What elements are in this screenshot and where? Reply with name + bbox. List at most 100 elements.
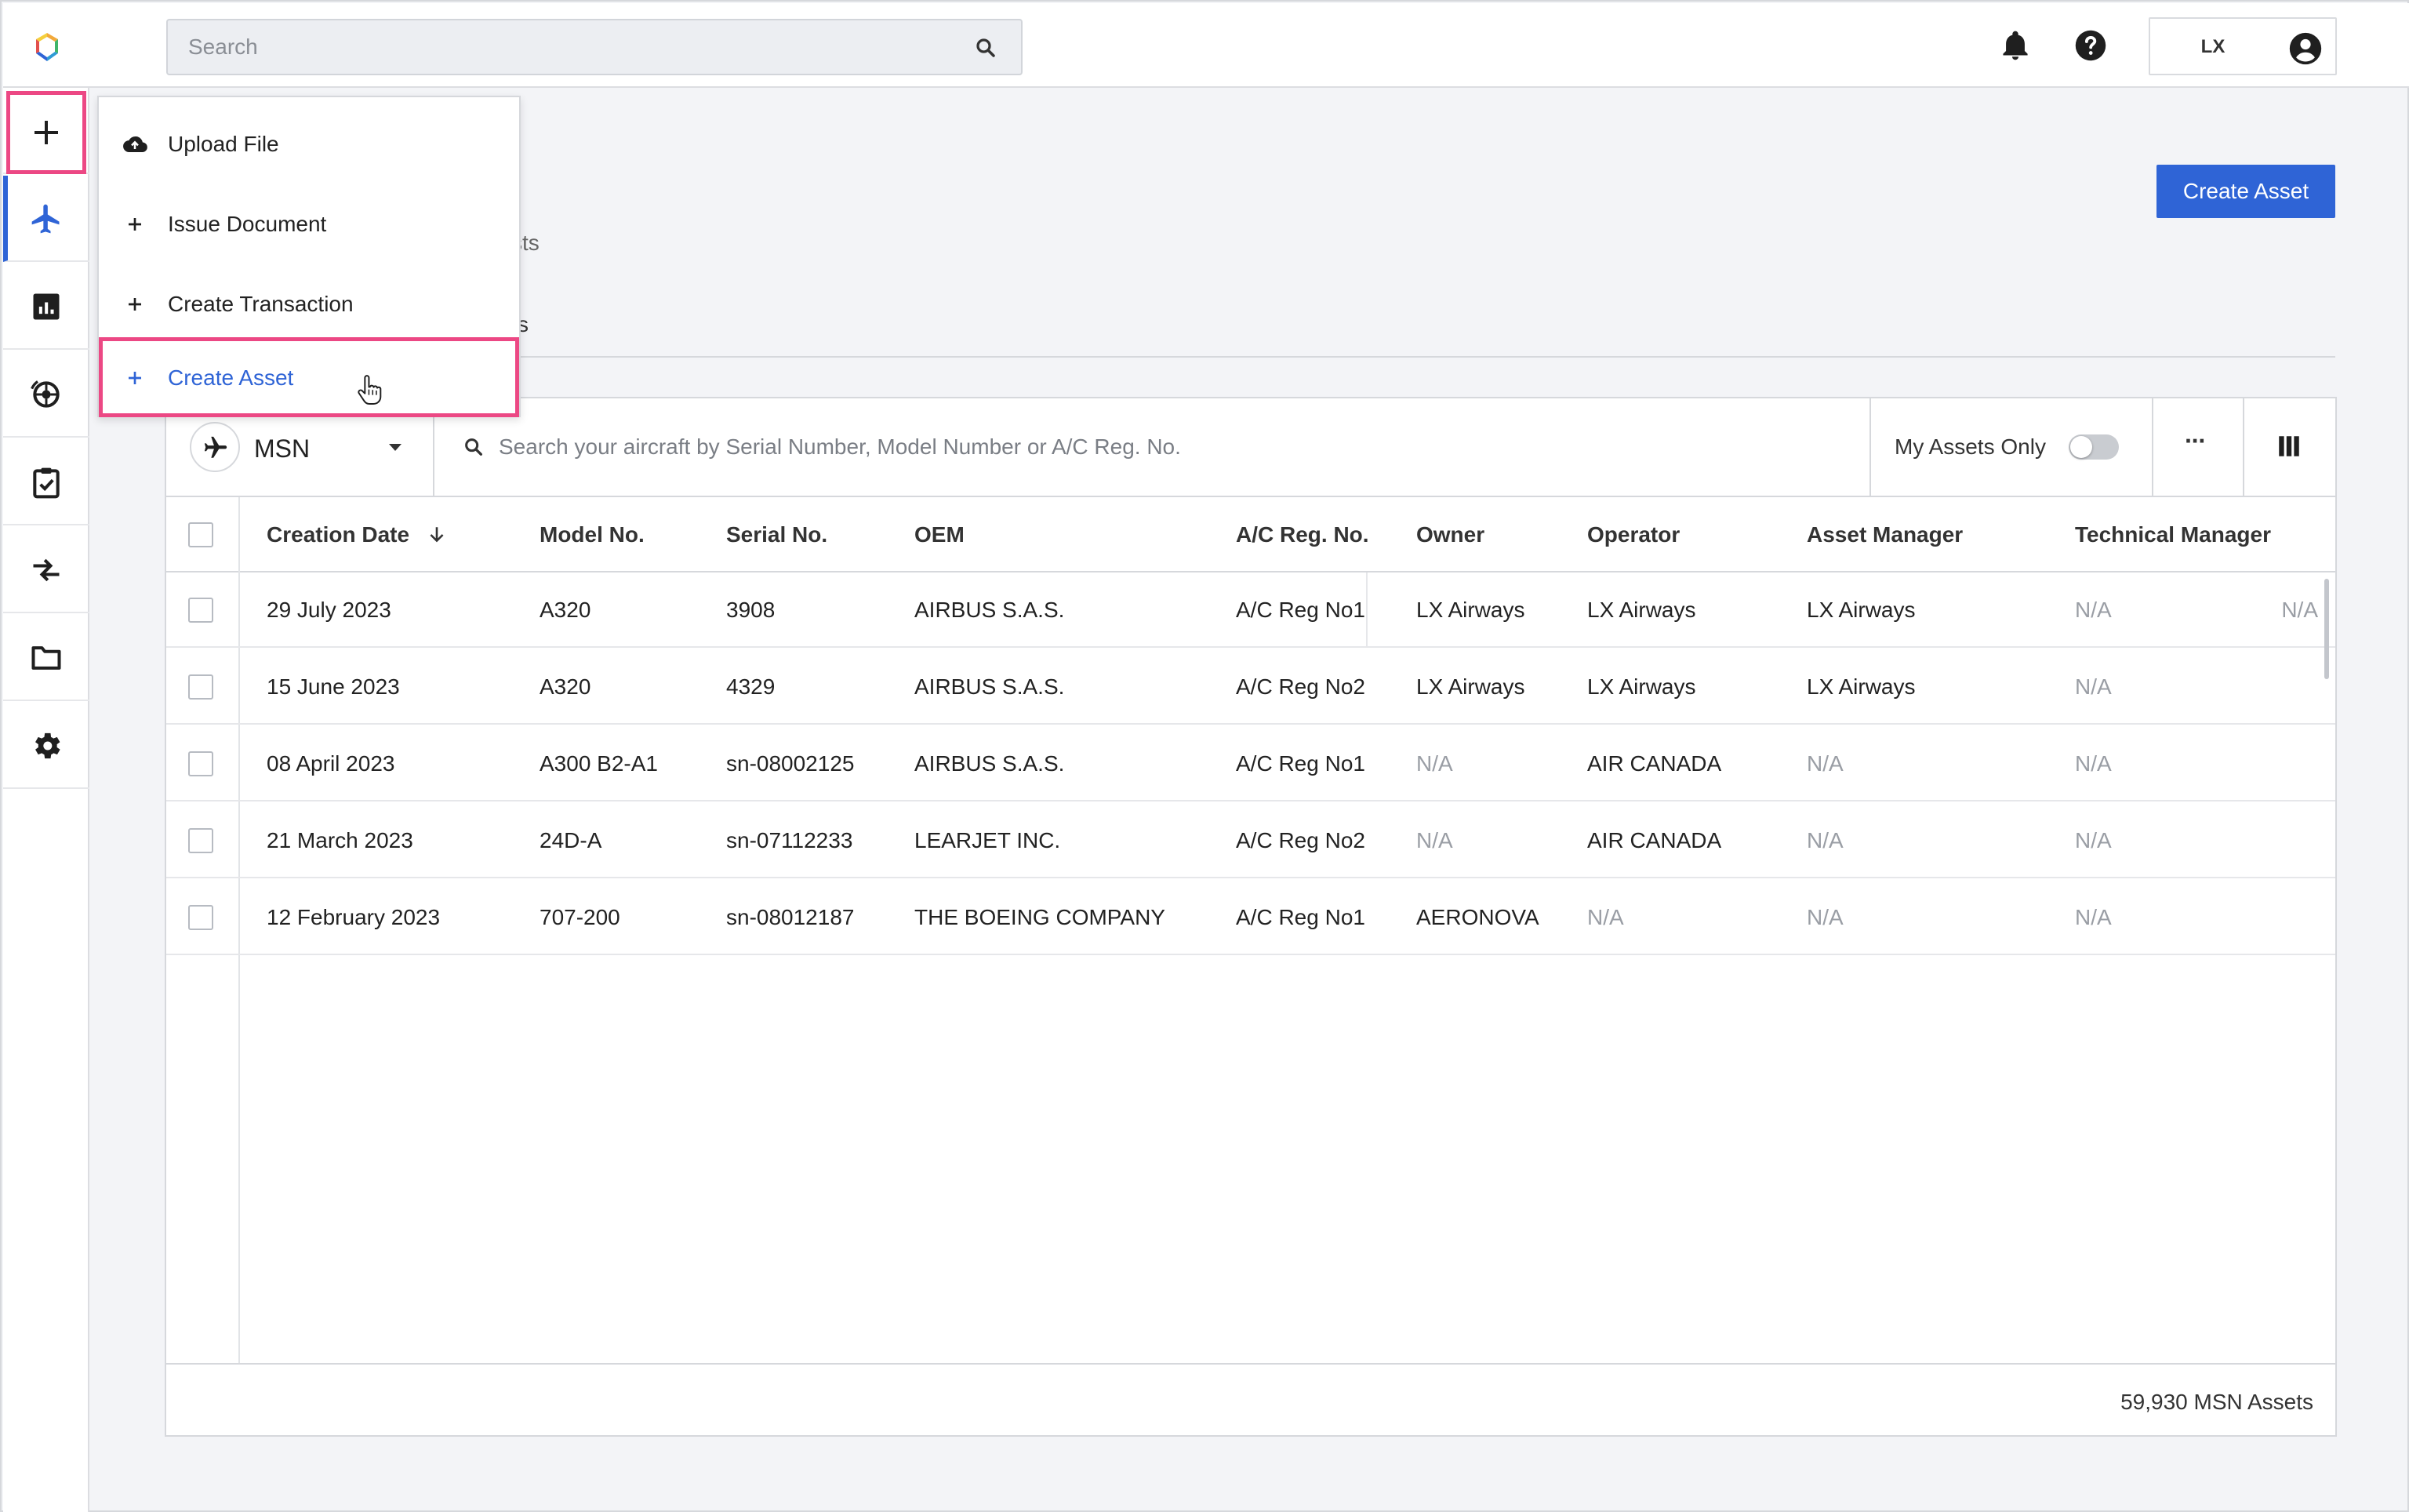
engine-icon [31, 380, 60, 408]
column-header-owner[interactable]: Owner [1416, 522, 1484, 547]
help-icon[interactable] [2073, 28, 2108, 63]
bell-icon[interactable] [1998, 28, 2033, 63]
sidebar-item-settings[interactable] [3, 703, 89, 789]
table-cell: LX Airways [1416, 674, 1525, 699]
table-cell: AIR CANADA [1587, 828, 1722, 852]
table-cell: LX Airways [1807, 674, 1916, 699]
table-cell: N/A [2075, 598, 2112, 622]
table-cell: 4329 [726, 674, 776, 699]
sidebar-item-documents[interactable] [3, 615, 89, 701]
sidebar-item-reports[interactable] [3, 264, 89, 350]
chart-icon [33, 293, 60, 320]
row-checkbox[interactable] [188, 598, 213, 623]
create-menu-button[interactable] [6, 91, 86, 174]
table-cell: N/A [1416, 751, 1453, 776]
settings-icon [35, 732, 60, 759]
column-header-asset-manager[interactable]: Asset Manager [1807, 522, 1963, 547]
table-row[interactable]: 15 June 2023 A320 4329 AIRBUS S.A.S. A/C Reg… [166, 649, 2335, 725]
global-search [166, 19, 1023, 75]
table-row[interactable]: 29 July 2023 A320 3908 AIRBUS S.A.S. A/C Reg… [166, 572, 2335, 648]
more-options-button[interactable]: ··· [2153, 398, 2244, 496]
table-cell: sn-08012187 [726, 905, 855, 929]
column-header-creation-date[interactable]: Creation Date [267, 522, 409, 547]
table-cell: 12 February 2023 [267, 905, 441, 929]
table-cell: LX Airways [1587, 674, 1696, 699]
column-header-model-no[interactable]: Model No. [540, 522, 645, 547]
sidebar [3, 88, 89, 1512]
app-logo[interactable] [31, 31, 63, 63]
sidebar-item-engines[interactable] [3, 351, 89, 438]
my-assets-toggle[interactable] [2069, 434, 2119, 460]
table-row[interactable]: 21 March 2023 24D-A sn-07112233 LEARJET INC… [166, 803, 2335, 878]
asset-type-icon-wrap [190, 422, 240, 472]
sort-descending-icon[interactable] [427, 524, 447, 546]
table-search [434, 398, 1869, 496]
asset-type-value: MSN [254, 434, 311, 463]
more-icon: ··· [2185, 427, 2207, 455]
cloud-upload-icon [123, 136, 147, 153]
user-menu-button[interactable]: LX [2149, 17, 2337, 75]
table-cell: LX Airways [1416, 598, 1525, 622]
column-header-oem[interactable]: OEM [914, 522, 965, 547]
row-checkbox[interactable] [188, 674, 213, 700]
top-bar: LX [3, 3, 2409, 88]
table-cell: A/C Reg No1 [1236, 905, 1365, 929]
row-checkbox[interactable] [188, 828, 213, 853]
table-cell: A300 B2-A1 [540, 751, 658, 776]
table-header: Creation Date Model No. Serial No. OEM A… [166, 497, 2335, 572]
menu-item-issue-document[interactable]: Issue Document [99, 184, 519, 264]
create-asset-button[interactable]: Create Asset [2156, 165, 2335, 218]
table-cell: A/C Reg No2 [1236, 828, 1365, 852]
column-header-ac-reg-no[interactable]: A/C Reg. No. [1236, 522, 1369, 547]
column-header-serial-no[interactable]: Serial No. [726, 522, 827, 547]
airplane-icon [204, 436, 227, 458]
table-cell: AIR CANADA [1587, 751, 1722, 776]
table-cell: A320 [540, 598, 591, 622]
column-header-operator[interactable]: Operator [1587, 522, 1680, 547]
menu-item-upload-file[interactable]: Upload File [99, 104, 519, 184]
table-cell: 29 July 2023 [267, 598, 391, 622]
asset-search-input[interactable] [499, 422, 1832, 472]
menu-item-label: Create Transaction [168, 292, 354, 316]
table-row[interactable]: 08 April 2023 A300 B2-A1 sn-08002125 AIRBUS… [166, 726, 2335, 801]
search-icon[interactable] [974, 36, 997, 60]
create-menu: Upload File Issue Document Create Transa… [97, 96, 521, 417]
columns-icon [2279, 436, 2299, 456]
row-checkbox[interactable] [188, 905, 213, 930]
table-cell: A/C Reg No1 [1236, 598, 1365, 622]
table-cell: THE BOEING COMPANY [914, 905, 1165, 929]
table-cell: N/A [2075, 828, 2112, 852]
table-row[interactable]: 12 February 2023 707-200 sn-08012187 THE BO… [166, 880, 2335, 955]
table-cell: AIRBUS S.A.S. [914, 751, 1065, 776]
table-cell: AIRBUS S.A.S. [914, 674, 1065, 699]
menu-item-create-asset[interactable]: Create Asset [99, 337, 519, 417]
select-all-checkbox[interactable] [188, 522, 213, 547]
sidebar-item-create [3, 88, 89, 174]
plus-icon [35, 121, 58, 144]
menu-item-label: Issue Document [168, 212, 327, 236]
my-assets-filter: My Assets Only [1869, 398, 2153, 496]
table-cell: sn-08002125 [726, 751, 855, 776]
sidebar-item-assets[interactable] [3, 176, 89, 262]
menu-item-label: Upload File [168, 132, 279, 156]
table-row[interactable]: 04 January 202324D-Asn-08012123LEARJET I… [166, 957, 2335, 976]
column-settings-button[interactable] [2244, 398, 2335, 496]
column-header-technical-manager[interactable]: Technical Manager [2075, 522, 2271, 547]
my-assets-label: My Assets Only [1895, 434, 2046, 459]
table-cell: N/A [1587, 905, 1624, 929]
table-scrollbar[interactable] [2324, 579, 2329, 679]
table-cell: N/A [2075, 905, 2112, 929]
table-cell: sn-07112233 [726, 828, 853, 852]
table-cell: LEARJET INC. [914, 828, 1061, 852]
sidebar-item-tasks[interactable] [3, 439, 89, 525]
search-input[interactable] [188, 20, 941, 74]
table-cell: A/C Reg No2 [1236, 674, 1365, 699]
menu-item-create-transaction[interactable]: Create Transaction [99, 264, 519, 343]
table-cell: N/A [2075, 674, 2112, 699]
user-initials: LX [2200, 36, 2226, 57]
table-body: 29 July 2023 A320 3908 AIRBUS S.A.S. A/C Reg… [166, 572, 2335, 976]
sidebar-item-transactions[interactable] [3, 527, 89, 613]
row-checkbox[interactable] [188, 751, 213, 776]
account-circle-icon [2289, 32, 2322, 65]
chevron-down-icon [389, 444, 402, 451]
